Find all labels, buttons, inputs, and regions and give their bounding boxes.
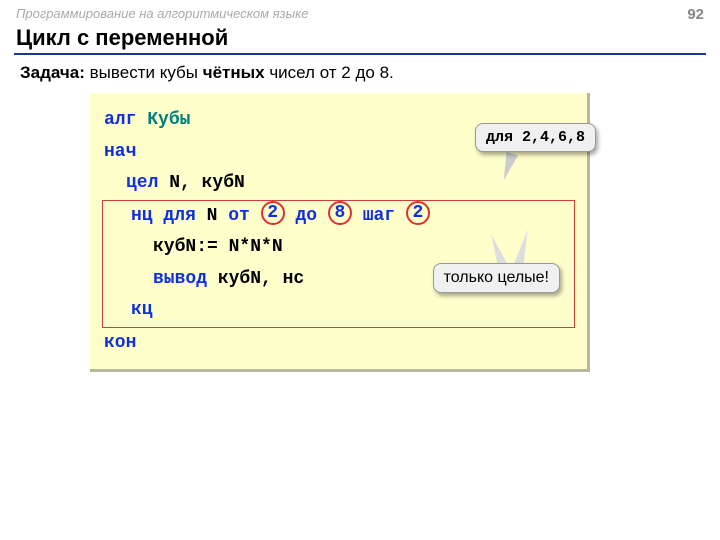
task-bold: чётных: [203, 63, 265, 82]
task-line: Задача: вывести кубы чётных чисел от 2 д…: [0, 63, 720, 93]
print-args: кубN, нс: [207, 269, 304, 289]
code-line-7: кц: [109, 295, 568, 327]
circle-from: 2: [261, 201, 285, 225]
kw-int: цел: [126, 173, 158, 193]
kw-to: до: [295, 206, 317, 226]
prog-name: Кубы: [147, 110, 190, 130]
task-label: Задача:: [20, 63, 85, 82]
kw-for: нц для: [131, 206, 196, 226]
page-number: 92: [687, 6, 704, 23]
task-text-2: чисел от 2 до 8.: [265, 63, 394, 82]
slide-title: Цикл с переменной: [0, 25, 720, 53]
course-label: Программирование на алгоритмическом язык…: [16, 6, 309, 23]
kw-endloop: кц: [109, 295, 153, 327]
decl-vars: N, кубN: [158, 173, 244, 193]
task-text-1: вывести кубы: [85, 63, 203, 82]
title-rule: [14, 53, 706, 55]
code-line-4: нц для N от 2 до 8 шаг 2: [109, 201, 568, 233]
callout-values: для 2,4,6,8: [475, 123, 596, 152]
kw-print: вывод: [153, 269, 207, 289]
kw-from: от: [228, 206, 250, 226]
circle-to: 8: [328, 201, 352, 225]
callout-note: только целые!: [433, 263, 560, 293]
code-area: алг Кубы нач цел N, кубN нц для N от 2 д…: [90, 93, 590, 372]
kw-step: шаг: [363, 206, 395, 226]
assign-line: кубN:= N*N*N: [109, 232, 283, 264]
circle-step: 2: [406, 201, 430, 225]
var-n: N: [196, 206, 228, 226]
code-line-8: кон: [104, 328, 573, 360]
kw-alg: алг: [104, 110, 147, 130]
